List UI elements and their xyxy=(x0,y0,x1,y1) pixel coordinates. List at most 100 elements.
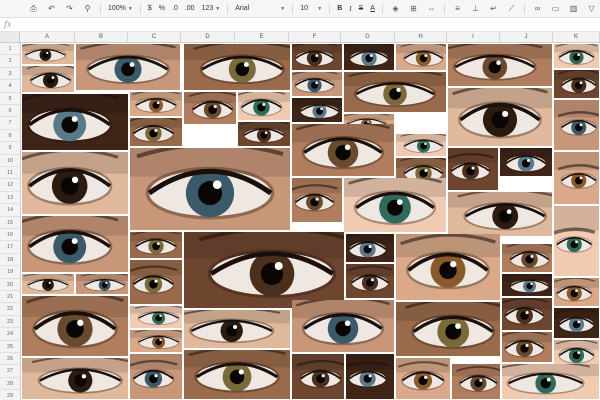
column-header-bar: ABCDEFGHIJK xyxy=(0,32,600,43)
italic-button[interactable]: I xyxy=(349,5,351,13)
row-header-24[interactable]: 24 xyxy=(0,328,20,341)
text-color-button[interactable]: A xyxy=(370,5,375,12)
eye-photo xyxy=(448,44,552,86)
more-formats-label: 123 xyxy=(201,5,214,12)
eye-photo xyxy=(22,358,128,399)
filter-icon[interactable]: ▽ xyxy=(586,3,597,14)
wrap-icon[interactable]: ↵ xyxy=(488,3,499,14)
valign-icon[interactable]: ⊥ xyxy=(470,3,481,14)
eye-photo xyxy=(554,152,599,204)
row-header-25[interactable]: 25 xyxy=(0,341,20,353)
merge-icon[interactable]: ⇔ xyxy=(426,3,437,14)
row-header-23[interactable]: 23 xyxy=(0,316,20,329)
eye-photo xyxy=(22,296,128,356)
eye-photo xyxy=(238,92,290,120)
eye-photo xyxy=(130,306,182,328)
zoom-dropdown[interactable]: 100% ▼ xyxy=(108,5,133,12)
undo-icon[interactable]: ↶ xyxy=(46,3,57,14)
increase-decimal-button[interactable]: .00 xyxy=(185,5,195,12)
eye-photo xyxy=(346,234,394,262)
chevron-down-icon: ▼ xyxy=(215,5,221,12)
borders-icon[interactable]: ⊞ xyxy=(408,3,419,14)
more-formats-dropdown[interactable]: 123 ▼ xyxy=(202,5,221,12)
column-header-b[interactable]: B xyxy=(75,32,128,42)
row-header-10[interactable]: 10 xyxy=(0,155,20,167)
eye-photo xyxy=(130,330,182,352)
eye-photo xyxy=(452,364,500,399)
eye-photo xyxy=(130,92,182,116)
toolbar-divider xyxy=(443,3,445,14)
row-header-9[interactable]: 9 xyxy=(0,142,20,155)
eye-photo xyxy=(184,44,290,90)
row-header-29[interactable]: 29 xyxy=(0,390,20,400)
font-size-dropdown[interactable]: 10 ▼ xyxy=(300,5,322,12)
eye-photo xyxy=(130,354,182,399)
currency-format-button[interactable]: $ xyxy=(148,5,152,12)
column-header-j[interactable]: J xyxy=(500,32,553,42)
zoom-value: 100% xyxy=(108,5,126,12)
fill-color-icon[interactable]: ◈ xyxy=(390,3,401,14)
row-header-3[interactable]: 3 xyxy=(0,68,20,81)
link-icon[interactable]: ∞ xyxy=(532,3,543,14)
row-header-7[interactable]: 7 xyxy=(0,117,20,130)
font-size-value: 10 xyxy=(300,5,309,12)
column-header-h[interactable]: H xyxy=(395,32,447,42)
row-header-21[interactable]: 21 xyxy=(0,291,20,304)
eye-photo xyxy=(292,300,394,352)
column-header-g[interactable]: G xyxy=(341,32,395,42)
row-header-13[interactable]: 13 xyxy=(0,192,20,205)
row-header-4[interactable]: 4 xyxy=(0,80,20,93)
row-header-11[interactable]: 11 xyxy=(0,167,20,180)
row-header-14[interactable]: 14 xyxy=(0,204,20,217)
eye-photo xyxy=(184,232,344,308)
percent-format-button[interactable]: % xyxy=(159,5,165,12)
align-left-icon[interactable]: ≡ xyxy=(452,3,463,14)
column-header-a[interactable]: A xyxy=(20,32,75,42)
column-header-c[interactable]: C xyxy=(128,32,181,42)
toolbar-divider xyxy=(523,3,525,14)
row-header-15[interactable]: 15 xyxy=(0,217,20,229)
row-header-1[interactable]: 1 xyxy=(0,43,20,56)
column-header-d[interactable]: D xyxy=(181,32,235,42)
comment-icon[interactable]: ▭ xyxy=(550,3,561,14)
chevron-down-icon: ▼ xyxy=(317,5,323,12)
select-all-corner[interactable] xyxy=(0,32,20,42)
paint-format-icon[interactable]: ⚲ xyxy=(82,3,93,14)
row-header-bar: 1 2 3 4 5 6 7 8 9 10 11 12 13 14 15 16 17 18 19 20 21 22 23 24 2… xyxy=(0,43,21,400)
rotate-icon[interactable]: ⟋ xyxy=(506,3,517,14)
row-header-19[interactable]: 19 xyxy=(0,266,20,279)
bold-button[interactable]: B xyxy=(337,5,342,12)
row-header-28[interactable]: 28 xyxy=(0,378,20,391)
row-header-22[interactable]: 22 xyxy=(0,303,20,316)
row-header-6[interactable]: 6 xyxy=(0,105,20,118)
eye-photo xyxy=(130,232,182,258)
column-header-i[interactable]: I xyxy=(447,32,500,42)
row-header-8[interactable]: 8 xyxy=(0,130,20,143)
eye-photo xyxy=(554,206,599,276)
eye-photo xyxy=(22,216,128,272)
row-header-12[interactable]: 12 xyxy=(0,179,20,192)
eye-photo xyxy=(448,192,552,236)
eye-photo xyxy=(130,260,182,304)
row-header-2[interactable]: 2 xyxy=(0,55,20,68)
column-header-e[interactable]: E xyxy=(235,32,289,42)
redo-icon[interactable]: ↷ xyxy=(64,3,75,14)
row-header-5[interactable]: 5 xyxy=(0,93,20,105)
row-header-27[interactable]: 27 xyxy=(0,365,20,378)
row-header-16[interactable]: 16 xyxy=(0,229,20,242)
row-header-26[interactable]: 26 xyxy=(0,353,20,366)
eye-photo xyxy=(22,274,74,294)
toolbar-divider xyxy=(139,3,141,14)
row-header-18[interactable]: 18 xyxy=(0,254,20,267)
column-header-k[interactable]: K xyxy=(553,32,600,42)
chart-icon[interactable]: ▥ xyxy=(568,3,579,14)
font-family-dropdown[interactable]: Arial ▼ xyxy=(235,5,285,12)
row-header-20[interactable]: 20 xyxy=(0,279,20,291)
decrease-decimal-button[interactable]: .0 xyxy=(172,5,178,12)
strikethrough-button[interactable]: S xyxy=(359,5,364,12)
print-icon[interactable]: ⎙ xyxy=(28,3,39,14)
row-header-17[interactable]: 17 xyxy=(0,241,20,254)
formula-bar[interactable]: fx xyxy=(0,19,600,32)
eye-photo xyxy=(396,134,446,156)
column-header-f[interactable]: F xyxy=(289,32,341,42)
